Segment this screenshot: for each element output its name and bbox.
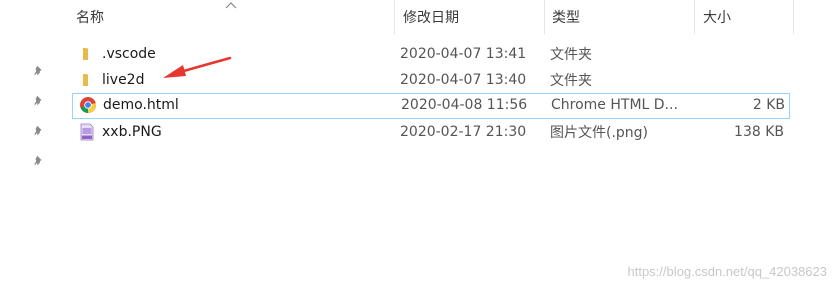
file-row-vscode[interactable]: .vscode 2020-04-07 13:41 文件夹 — [72, 41, 790, 67]
file-name: demo.html — [103, 97, 179, 113]
chrome-icon — [79, 96, 97, 114]
file-date: 2020-04-07 13:40 — [400, 72, 527, 88]
column-header-bar: 名称 修改日期 类型 大小 — [72, 0, 794, 34]
file-name: xxb.PNG — [102, 124, 162, 140]
file-size — [694, 41, 784, 67]
watermark: https://blog.csdn.net/qq_42038623 — [627, 264, 828, 279]
column-header-type[interactable]: 类型 — [544, 0, 694, 34]
file-row-live2d[interactable]: live2d 2020-04-07 13:40 文件夹 — [72, 67, 790, 93]
pin-icon[interactable] — [28, 86, 50, 116]
folder-icon — [78, 45, 96, 63]
file-type: 图片文件(.png) — [550, 125, 649, 141]
file-size — [694, 67, 784, 93]
pin-icon[interactable] — [28, 146, 50, 176]
column-header-date-modified[interactable]: 修改日期 — [394, 0, 544, 34]
file-list: .vscode 2020-04-07 13:41 文件夹 live2d 2020… — [72, 41, 790, 145]
file-date: 2020-04-08 11:56 — [401, 97, 528, 113]
file-type: 文件夹 — [550, 47, 592, 63]
file-type: Chrome HTML D... — [551, 97, 678, 113]
file-size: 138 KB — [734, 124, 784, 140]
pin-icon[interactable] — [28, 56, 50, 86]
quick-access-pins — [28, 56, 50, 176]
file-date: 2020-02-17 21:30 — [400, 124, 527, 140]
file-name: .vscode — [102, 46, 156, 62]
column-header-name[interactable]: 名称 — [72, 0, 394, 34]
file-date: 2020-04-07 13:41 — [400, 46, 527, 62]
folder-icon — [78, 71, 96, 89]
file-name: live2d — [102, 72, 145, 88]
file-size: 2 KB — [752, 97, 785, 113]
file-row-xxb-png[interactable]: xxb.PNG 2020-02-17 21:30 图片文件(.png) 138 … — [72, 119, 790, 145]
file-type: 文件夹 — [550, 73, 592, 89]
png-file-icon — [78, 123, 96, 141]
file-row-demo-html[interactable]: demo.html 2020-04-08 11:56 Chrome HTML D… — [72, 93, 790, 119]
column-header-size[interactable]: 大小 — [694, 0, 794, 34]
pin-icon[interactable] — [28, 116, 50, 146]
